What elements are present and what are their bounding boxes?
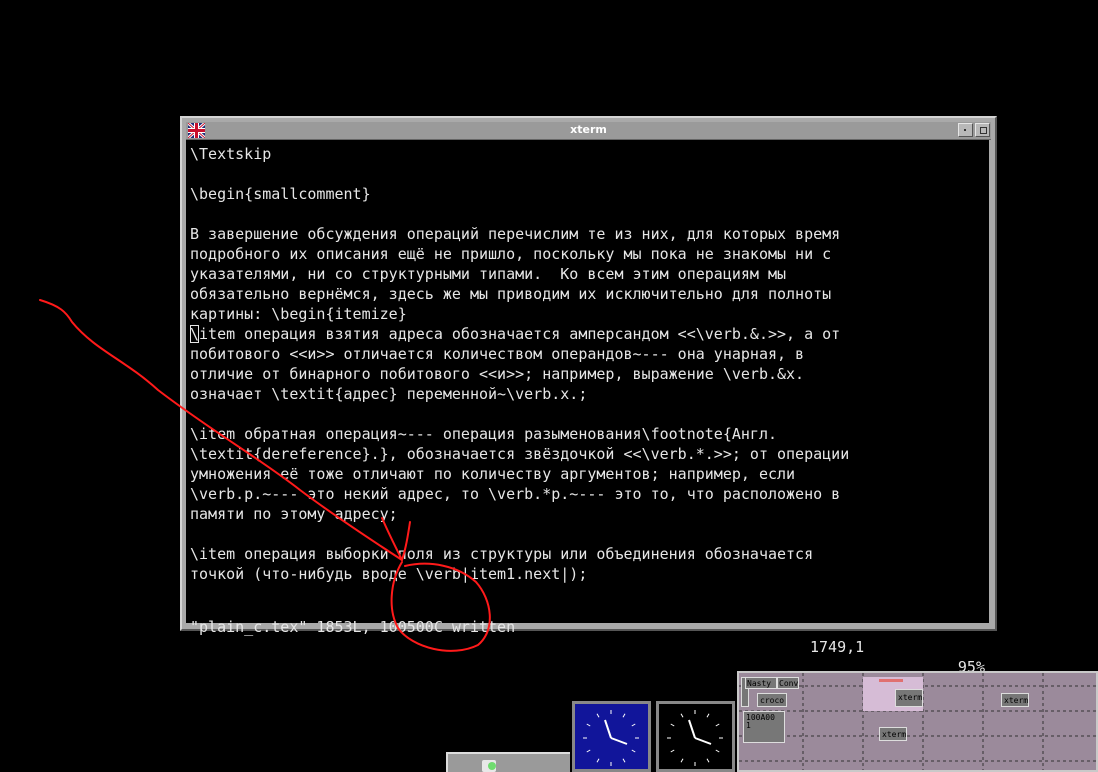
pager-window[interactable]: croco [757,693,787,707]
terminal-line: \Textskip [190,145,272,163]
terminal-area[interactable]: \Textskip \begin{smallcomment} В завершени… [186,140,989,676]
clock-tick [706,758,710,763]
terminal-line: \begin{smallcomment} [190,185,371,203]
clock-tick [586,749,591,753]
pager-window-label: croco [760,696,785,705]
pager-window[interactable]: xterm [895,689,923,707]
clock-tick [586,723,591,727]
pager-window[interactable]: Conv [777,677,799,689]
clock-tick [670,749,675,753]
terminal-line: означает \textit{адрес} переменной~\verb… [190,385,588,403]
terminal-line: подробного их описания ещё не пришло, по… [190,245,832,263]
pager-window-label: Nasty [747,679,772,688]
pager-window-label: xterm [898,693,923,702]
terminal-line: \textit{dereference}.}, обозначается звё… [190,445,850,463]
maximize-button[interactable] [975,123,990,137]
terminal-line: \item обратная операция~--- операция раз… [190,425,777,443]
pager-window-label: 100A00 1 [746,713,775,730]
clock-tick [670,723,675,727]
status-cursor-position: 1749,1 [810,638,865,656]
terminal-line: умножения её тоже отличают по количеству… [190,465,796,483]
taskbar-status-icon [488,762,496,770]
clock-tick [622,758,626,763]
terminal-line: точкой (что-нибудь вроде \verb|item1.nex… [190,565,588,583]
terminal-line: \item операция взятия адреса обозначаетс… [190,325,841,343]
clock-face-icon [667,710,723,766]
terminal-line: \verb.p.~--- это некий адрес, то \verb.*… [190,485,841,503]
minimize-button[interactable] [958,123,973,137]
desktop-pager[interactable]: Nasty Conv croco 100A00 1 xterm xterm xt… [737,671,1098,772]
terminal-line: В завершение обсуждения операций перечис… [190,225,841,243]
taskbar-fragment[interactable] [446,752,570,772]
terminal-line: памяти по этому адресу; [190,505,398,523]
clock-tick [631,723,636,727]
clock-tick [680,713,684,718]
terminal-text: \Textskip \begin{smallcomment} В завершени… [190,144,989,584]
clock-tick [706,713,710,718]
analog-clock-black [656,701,735,772]
terminal-line: побитового <<и>> отличается количеством … [190,345,805,363]
pager-window-label: xterm [1004,696,1029,705]
pager-window[interactable]: xterm [879,727,907,741]
pager-window[interactable]: xterm [1001,693,1029,707]
xterm-window: xterm \Textskip \begin{smallcomment} В зав… [180,116,997,676]
clock-tick [596,758,600,763]
clock-tick [715,723,720,727]
clock-tick [631,749,636,753]
analog-clock-blue [572,701,651,772]
window-titlebar[interactable]: xterm [186,122,991,140]
minimize-icon [964,129,966,131]
status-file-message: "plain_c.tex" 1853L, 100500C written [190,618,516,636]
pager-window-label: xterm [882,730,907,739]
maximize-icon [980,127,987,134]
text-cursor [190,325,199,343]
terminal-line: указателями, ни со структурными типами. … [190,265,787,283]
pager-window[interactable]: 100A00 1 [743,711,785,743]
clock-tick [596,713,600,718]
terminal-line: \item операция выборки поля из структуры… [190,545,814,563]
clock-tick [622,713,626,718]
vim-status-line: "plain_c.tex" 1853L, 100500C written 174… [190,597,985,676]
terminal-line: отличие от бинарного побитового <<и>>; н… [190,365,805,383]
clock-tick [680,758,684,763]
clock-face-icon [583,710,639,766]
clock-tick [715,749,720,753]
pager-window[interactable]: Nasty [745,677,777,689]
terminal-line: картины: \begin{itemize} [190,305,407,323]
pager-window-label: Conv [779,679,799,688]
window-title: xterm [570,123,607,136]
terminal-line: обязательно вернёмся, здесь же мы привод… [190,285,832,303]
